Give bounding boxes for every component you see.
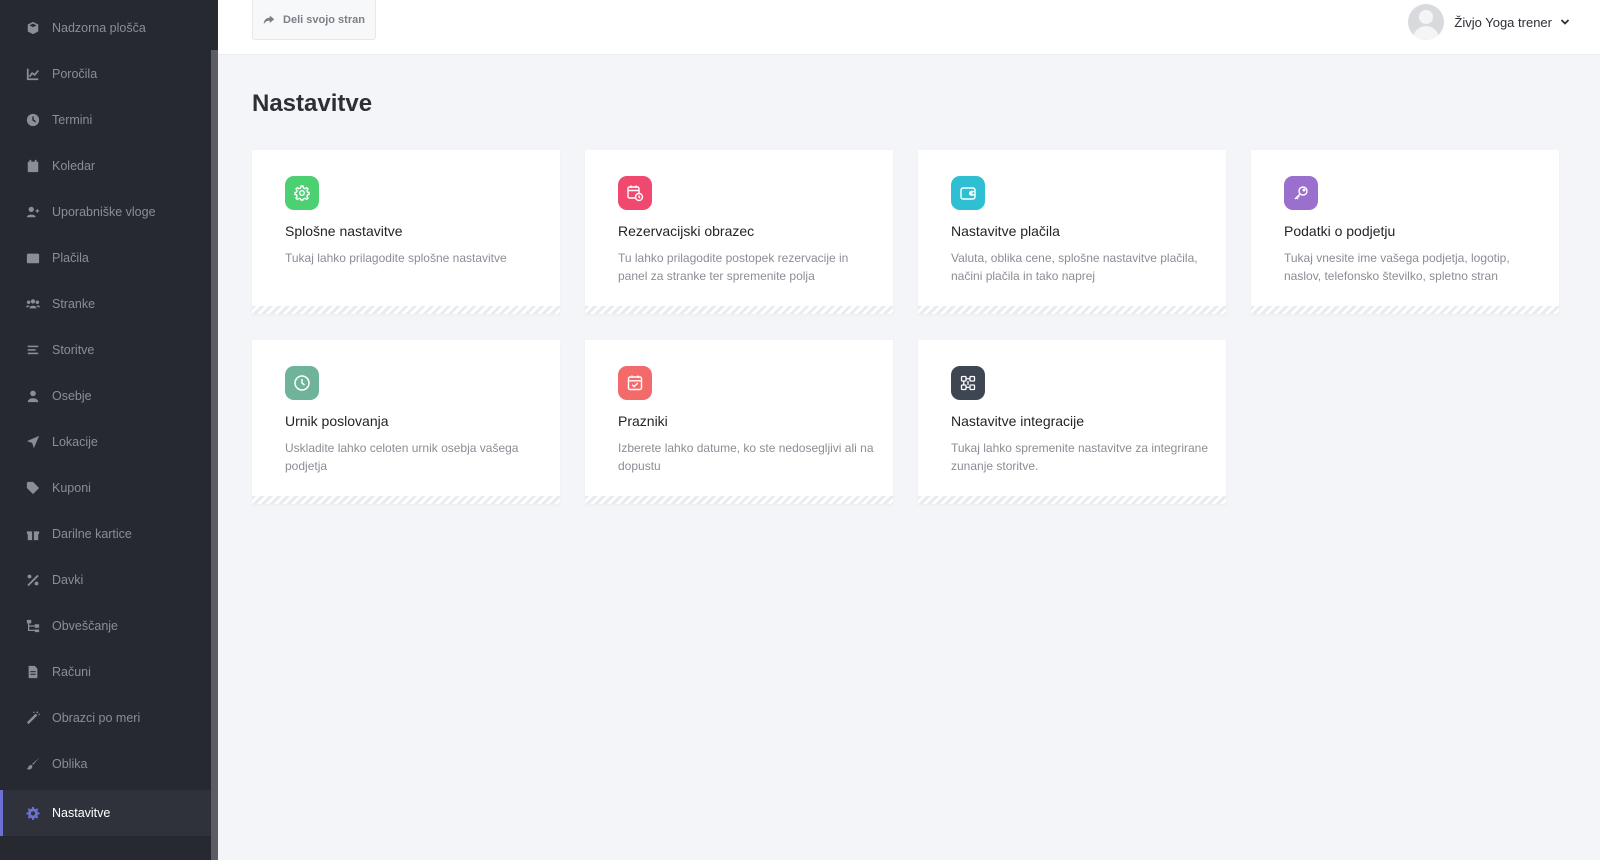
invoice-icon <box>26 665 40 679</box>
sidebar-item-locations[interactable]: Lokacije <box>0 419 211 465</box>
calendar-check-icon <box>618 366 652 400</box>
card-description: Izberete lahko datume, ko ste nedoseglji… <box>618 441 874 473</box>
clock-icon <box>285 366 319 400</box>
card-title: Prazniki <box>618 413 668 429</box>
clock-icon <box>26 113 40 127</box>
sidebar-item-label: Plačila <box>52 251 89 265</box>
gear-icon <box>26 806 40 820</box>
sidebar-scrollbar[interactable] <box>211 50 218 860</box>
sidebar-item-label: Nastavitve <box>52 806 111 820</box>
avatar <box>1408 4 1445 40</box>
card-title: Urnik poslovanja <box>285 413 389 429</box>
sidebar-item-invoices[interactable]: Računi <box>0 649 211 695</box>
user-name: Živjo Yoga trener <box>1454 14 1552 30</box>
sidebar-item-label: Uporabniške vloge <box>52 205 156 219</box>
key-icon <box>1284 176 1318 210</box>
card-description: Tukaj lahko prilagodite splošne nastavit… <box>285 251 507 265</box>
card-description: Valuta, oblika cene, splošne nastavitve … <box>951 251 1198 283</box>
sidebar-item-label: Oblika <box>52 757 88 771</box>
sidebar-item-label: Računi <box>52 665 91 679</box>
location-arrow-icon <box>26 435 40 449</box>
sidebar-item-gift-cards[interactable]: Darilne kartice <box>0 511 211 557</box>
sidebar-item-custom-forms[interactable]: Obrazci po meri <box>0 695 211 741</box>
sidebar-item-calendar[interactable]: Koledar <box>0 143 211 189</box>
card-title: Splošne nastavitve <box>285 223 403 239</box>
chevron-down-icon <box>1560 19 1570 25</box>
users-icon <box>26 297 40 311</box>
sidebar-item-staff[interactable]: Osebje <box>0 373 211 419</box>
wallet-icon <box>951 176 985 210</box>
card-general-settings[interactable]: Splošne nastavitve Tukaj lahko prilagodi… <box>252 150 560 314</box>
magic-wand-icon <box>26 711 40 725</box>
card-title: Nastavitve plačila <box>951 223 1060 239</box>
sidebar-item-label: Obveščanje <box>52 619 119 633</box>
card-booking-form[interactable]: Rezervacijski obrazec Tu lahko prilagodi… <box>585 150 893 314</box>
card-description: Tukaj lahko spremenite nastavitve za int… <box>951 441 1209 473</box>
wallet-icon <box>26 251 40 265</box>
calendar-icon <box>26 159 40 173</box>
card-description: Tukaj vnesite ime vašega podjetja, logot… <box>1284 251 1510 283</box>
sidebar-item-dashboard[interactable]: Nadzorna plošča <box>0 5 211 51</box>
card-company-details[interactable]: Podatki o podjetju Tukaj vnesite ime vaš… <box>1251 150 1559 314</box>
sidebar-item-design[interactable]: Oblika <box>0 741 211 787</box>
card-payment-settings[interactable]: Nastavitve plačila Valuta, oblika cene, … <box>918 150 1226 314</box>
sidebar-item-label: Poročila <box>52 67 98 81</box>
gift-icon <box>26 527 40 541</box>
card-description: Uskladite lahko celoten urnik osebja vaš… <box>285 441 519 473</box>
card-title: Nastavitve integracije <box>951 413 1085 429</box>
user-menu[interactable]: Živjo Yoga trener <box>1408 4 1570 40</box>
card-description: Tu lahko prilagodite postopek rezervacij… <box>618 251 849 283</box>
card-title: Podatki o podjetju <box>1284 223 1396 239</box>
percent-icon <box>26 573 40 587</box>
share-arrow-icon <box>263 15 275 24</box>
sidebar-item-appointments[interactable]: Termini <box>0 97 211 143</box>
user-plus-icon <box>26 205 40 219</box>
sidebar-item-label: Darilne kartice <box>52 527 132 541</box>
user-icon <box>26 389 40 403</box>
list-icon <box>26 343 40 357</box>
paint-brush-icon <box>26 757 40 771</box>
sidebar-item-label: Termini <box>52 113 93 127</box>
card-holidays[interactable]: Prazniki Izberete lahko datume, ko ste n… <box>585 340 893 504</box>
sidebar-item-label: Kuponi <box>52 481 91 495</box>
card-title: Rezervacijski obrazec <box>618 223 755 239</box>
sidebar-item-settings[interactable]: Nastavitve <box>0 790 211 836</box>
gear-icon <box>285 176 319 210</box>
sidebar-item-label: Nadzorna plošča <box>52 21 146 35</box>
sidebar-item-services[interactable]: Storitve <box>0 327 211 373</box>
sidebar-item-taxes[interactable]: Davki <box>0 557 211 603</box>
sidebar-item-payments[interactable]: Plačila <box>0 235 211 281</box>
sidebar-item-label: Osebje <box>52 389 92 403</box>
share-page-button[interactable]: Deli svojo stran <box>252 0 376 40</box>
tag-icon <box>26 481 40 495</box>
sidebar-item-reports[interactable]: Poročila <box>0 51 211 97</box>
sidebar-item-coupons[interactable]: Kuponi <box>0 465 211 511</box>
page-title: Nastavitve <box>252 90 373 117</box>
sidebar-item-label: Stranke <box>52 297 96 311</box>
calendar-clock-icon <box>618 176 652 210</box>
card-integration-settings[interactable]: Nastavitve integracije Tukaj lahko sprem… <box>918 340 1226 504</box>
dashboard-icon <box>26 21 40 35</box>
sidebar-item-label: Lokacije <box>52 435 98 449</box>
sidebar-item-label: Davki <box>52 573 84 587</box>
sidebar-item-notifications[interactable]: Obveščanje <box>0 603 211 649</box>
sidebar-item-customers[interactable]: Stranke <box>0 281 211 327</box>
sidebar-item-label: Koledar <box>52 159 96 173</box>
card-business-hours[interactable]: Urnik poslovanja Uskladite lahko celoten… <box>252 340 560 504</box>
integration-grid-icon <box>951 366 985 400</box>
sidebar-item-label: Storitve <box>52 343 95 357</box>
sidebar-item-label: Obrazci po meri <box>52 711 141 725</box>
topbar: Deli svojo stran Živjo Yoga trener <box>218 0 1600 55</box>
sitemap-icon <box>26 619 40 633</box>
sidebar-item-user-roles[interactable]: Uporabniške vloge <box>0 189 211 235</box>
share-page-label: Deli svojo stran <box>283 13 365 26</box>
sidebar: Nadzorna plošča Poročila Termini Koledar… <box>0 0 218 860</box>
chart-line-icon <box>26 67 40 81</box>
